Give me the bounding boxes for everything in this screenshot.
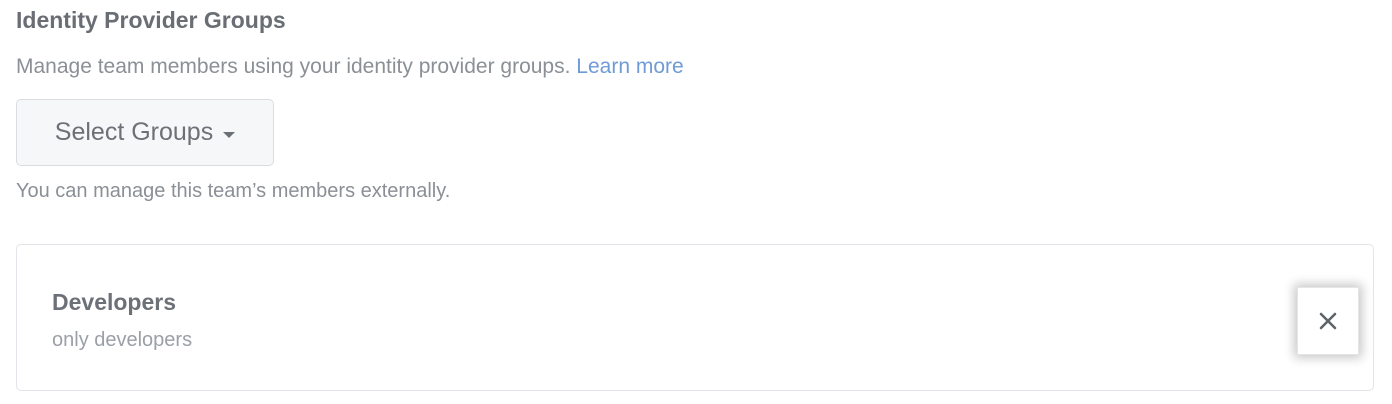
select-groups-label: Select Groups [54,118,214,146]
learn-more-link[interactable]: Learn more [576,55,683,78]
group-card: Developers only developers [16,244,1374,391]
remove-group-button[interactable] [1297,287,1359,355]
section-title: Identity Provider Groups [16,7,286,33]
chevron-down-icon [223,131,236,138]
helper-text: You can manage this team’s members exter… [16,180,451,202]
select-groups-button[interactable]: Select Groups [16,99,274,166]
section-description: Manage team members using your identity … [16,55,684,79]
description-text: Manage team members using your identity … [16,55,571,78]
group-description: only developers [52,329,193,351]
group-name: Developers [52,289,177,315]
identity-provider-groups-section: Identity Provider Groups Manage team mem… [16,0,1374,404]
close-icon [1319,312,1337,330]
